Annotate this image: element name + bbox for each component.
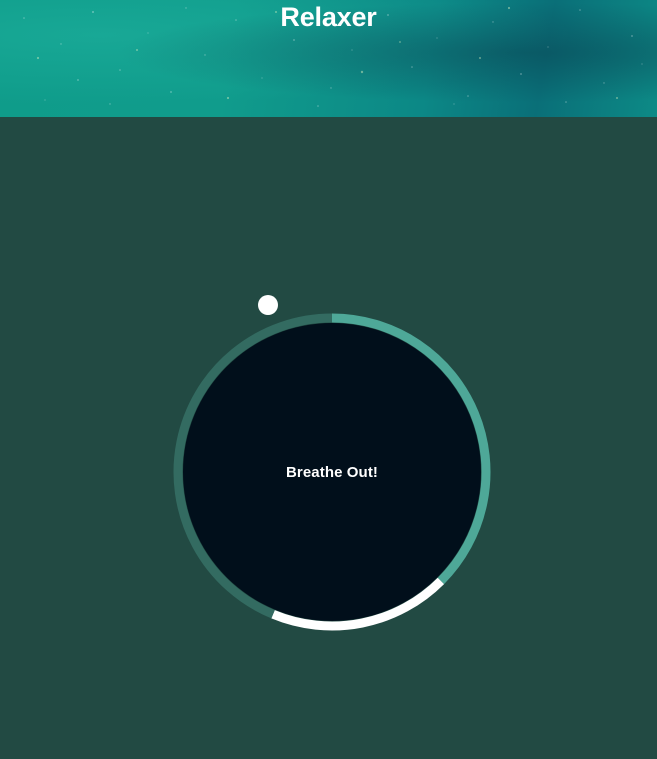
app-title: Relaxer — [280, 2, 377, 32]
progress-pointer — [258, 295, 278, 315]
breathing-status: Breathe Out! — [285, 463, 379, 481]
breathing-core: Breathe Out! — [183, 323, 481, 621]
header-banner: Relaxer — [0, 0, 657, 117]
breathing-circle: Breathe Out! — [172, 312, 492, 632]
app-page: Relaxer Breathe Out! — [0, 0, 657, 759]
